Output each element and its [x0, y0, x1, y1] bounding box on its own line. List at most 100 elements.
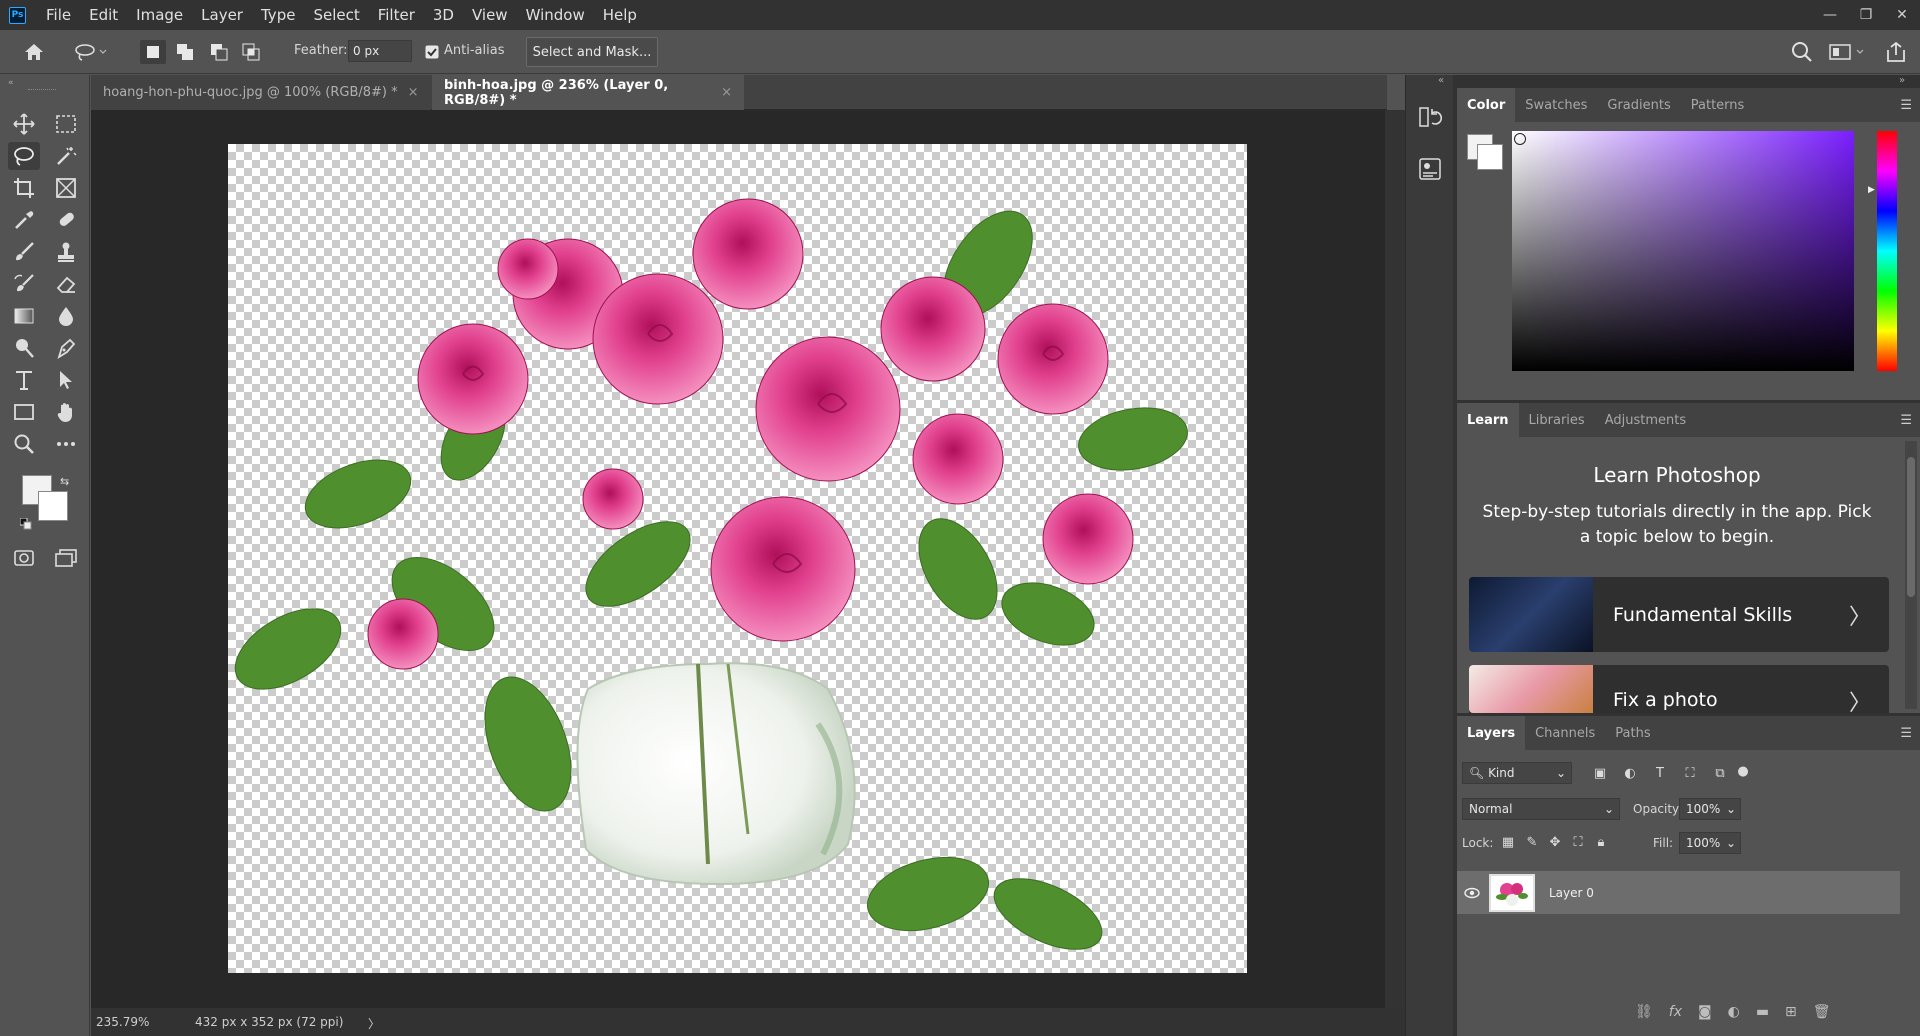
screen-mode-icon[interactable]: [50, 544, 82, 572]
menu-window[interactable]: Window: [517, 0, 594, 30]
shape-layer-filter-icon[interactable]: ⛶: [1682, 765, 1698, 781]
opacity-input[interactable]: 100% ⌄: [1679, 798, 1741, 820]
tab-paths[interactable]: Paths: [1605, 716, 1660, 750]
workspace-icon[interactable]: [1828, 40, 1868, 64]
status-menu-arrow[interactable]: 〉: [368, 1015, 380, 1032]
lasso-tool-icon[interactable]: [8, 142, 40, 170]
tab-learn[interactable]: Learn: [1457, 403, 1519, 437]
fill-input[interactable]: 100% ⌄: [1679, 832, 1741, 854]
intersect-selection-icon[interactable]: [238, 40, 264, 64]
tab-swatches[interactable]: Swatches: [1515, 88, 1597, 122]
adjustment-layer-filter-icon[interactable]: ◐: [1622, 765, 1638, 781]
new-layer-icon[interactable]: ⊞: [1785, 1004, 1797, 1020]
path-selection-tool-icon[interactable]: [50, 366, 82, 394]
tab-hoang-hon-phu-quoc[interactable]: hoang-hon-phu-quoc.jpg @ 100% (RGB/8#) *…: [91, 75, 431, 110]
history-brush-tool-icon[interactable]: [8, 270, 40, 298]
menu-file[interactable]: File: [37, 0, 80, 30]
move-tool-icon[interactable]: [8, 110, 40, 138]
type-tool-icon[interactable]: [8, 366, 40, 394]
zoom-tool-icon[interactable]: [8, 430, 40, 458]
subtract-from-selection-icon[interactable]: [206, 40, 232, 64]
eyedropper-tool-icon[interactable]: [8, 206, 40, 234]
close-tab-icon[interactable]: ×: [408, 85, 419, 100]
lock-transparent-pixels-icon[interactable]: ▦: [1500, 834, 1516, 850]
blend-mode-dropdown[interactable]: Normal ⌄: [1462, 798, 1620, 820]
collapse-icon[interactable]: «: [1438, 75, 1444, 86]
lock-image-pixels-icon[interactable]: ✎: [1524, 834, 1540, 850]
hue-slider-handle[interactable]: ▶: [1868, 185, 1875, 195]
panel-menu-icon[interactable]: ☰: [1900, 413, 1912, 428]
menu-filter[interactable]: Filter: [369, 0, 424, 30]
close-tab-icon[interactable]: ×: [721, 85, 732, 100]
zoom-level[interactable]: 235.79%: [96, 1015, 149, 1029]
new-group-icon[interactable]: ▬: [1756, 1004, 1769, 1020]
menu-edit[interactable]: Edit: [80, 0, 127, 30]
blur-tool-icon[interactable]: [50, 302, 82, 330]
menu-layer[interactable]: Layer: [192, 0, 252, 30]
new-selection-icon[interactable]: [140, 40, 166, 64]
tab-color[interactable]: Color: [1457, 88, 1516, 122]
menu-image[interactable]: Image: [127, 0, 192, 30]
share-icon[interactable]: [1884, 40, 1908, 64]
background-color-swatch[interactable]: [38, 491, 68, 521]
hue-slider[interactable]: [1877, 131, 1897, 371]
crop-tool-icon[interactable]: [8, 174, 40, 202]
add-to-selection-icon[interactable]: [172, 40, 198, 64]
layer-row[interactable]: Layer 0: [1457, 871, 1900, 914]
filter-kind-dropdown[interactable]: 🔍︎ Kind ⌄: [1462, 762, 1572, 784]
menu-view[interactable]: View: [463, 0, 517, 30]
card-fix-a-photo[interactable]: Fix a photo 〉: [1469, 665, 1889, 713]
lasso-preset-icon[interactable]: [72, 40, 112, 64]
color-field[interactable]: [1512, 131, 1854, 371]
frame-tool-icon[interactable]: [50, 174, 82, 202]
magic-wand-tool-icon[interactable]: [50, 142, 82, 170]
tab-patterns[interactable]: Patterns: [1681, 88, 1755, 122]
eye-icon[interactable]: [1457, 887, 1487, 899]
tab-adjustments[interactable]: Adjustments: [1595, 403, 1696, 437]
restore-button[interactable]: ❐: [1848, 0, 1884, 30]
gradient-tool-icon[interactable]: [8, 302, 40, 330]
vertical-scrollbar[interactable]: [1385, 110, 1405, 1010]
tab-binh-hoa[interactable]: binh-hoa.jpg @ 236% (Layer 0, RGB/8#) * …: [432, 75, 744, 110]
properties-panel-icon[interactable]: [1418, 157, 1442, 185]
eraser-tool-icon[interactable]: [50, 270, 82, 298]
add-mask-icon[interactable]: ◙: [1698, 1004, 1712, 1020]
lock-artboard-icon[interactable]: ⛶: [1570, 834, 1586, 850]
toolbar-grip[interactable]: [28, 89, 56, 91]
fx-icon[interactable]: fx: [1669, 1004, 1682, 1020]
rectangle-tool-icon[interactable]: [8, 398, 40, 426]
learn-scrollbar[interactable]: [1905, 441, 1917, 709]
more-tools-icon[interactable]: [50, 430, 82, 458]
pixel-layer-filter-icon[interactable]: ▣: [1592, 765, 1608, 781]
type-layer-filter-icon[interactable]: T: [1652, 765, 1668, 781]
card-fundamental-skills[interactable]: Fundamental Skills 〉: [1469, 577, 1889, 652]
select-and-mask-button[interactable]: Select and Mask...: [526, 37, 658, 67]
background-color-swatch[interactable]: [1477, 144, 1503, 170]
document-canvas[interactable]: [228, 144, 1247, 973]
adjustment-layer-icon[interactable]: ◐: [1728, 1004, 1740, 1020]
menu-3d[interactable]: 3D: [424, 0, 463, 30]
link-layers-icon[interactable]: ⛓: [1635, 1004, 1653, 1020]
panel-menu-icon[interactable]: ☰: [1900, 726, 1912, 741]
menu-type[interactable]: Type: [252, 0, 304, 30]
dodge-tool-icon[interactable]: [8, 334, 40, 362]
lock-all-icon[interactable]: 🔒︎: [1593, 834, 1609, 850]
color-picker-handle[interactable]: [1514, 133, 1526, 145]
delete-layer-icon[interactable]: 🗑︎: [1813, 1004, 1831, 1020]
expand-icon[interactable]: »: [1899, 75, 1905, 86]
anti-alias-checkbox[interactable]: [424, 40, 440, 64]
filter-toggle-icon[interactable]: ●: [1735, 763, 1751, 779]
minimize-button[interactable]: —: [1812, 0, 1848, 30]
menu-help[interactable]: Help: [594, 0, 646, 30]
brush-tool-icon[interactable]: [8, 238, 40, 266]
home-icon[interactable]: [20, 40, 48, 64]
healing-brush-tool-icon[interactable]: [50, 206, 82, 234]
marquee-tool-icon[interactable]: [50, 110, 82, 138]
clone-stamp-tool-icon[interactable]: [50, 238, 82, 266]
tab-channels[interactable]: Channels: [1525, 716, 1605, 750]
tab-gradients[interactable]: Gradients: [1597, 88, 1680, 122]
feather-input[interactable]: 0 px: [348, 40, 412, 62]
lock-position-icon[interactable]: ✥: [1547, 834, 1563, 850]
collapse-icon[interactable]: «: [8, 78, 14, 88]
default-colors-icon[interactable]: [19, 516, 32, 534]
